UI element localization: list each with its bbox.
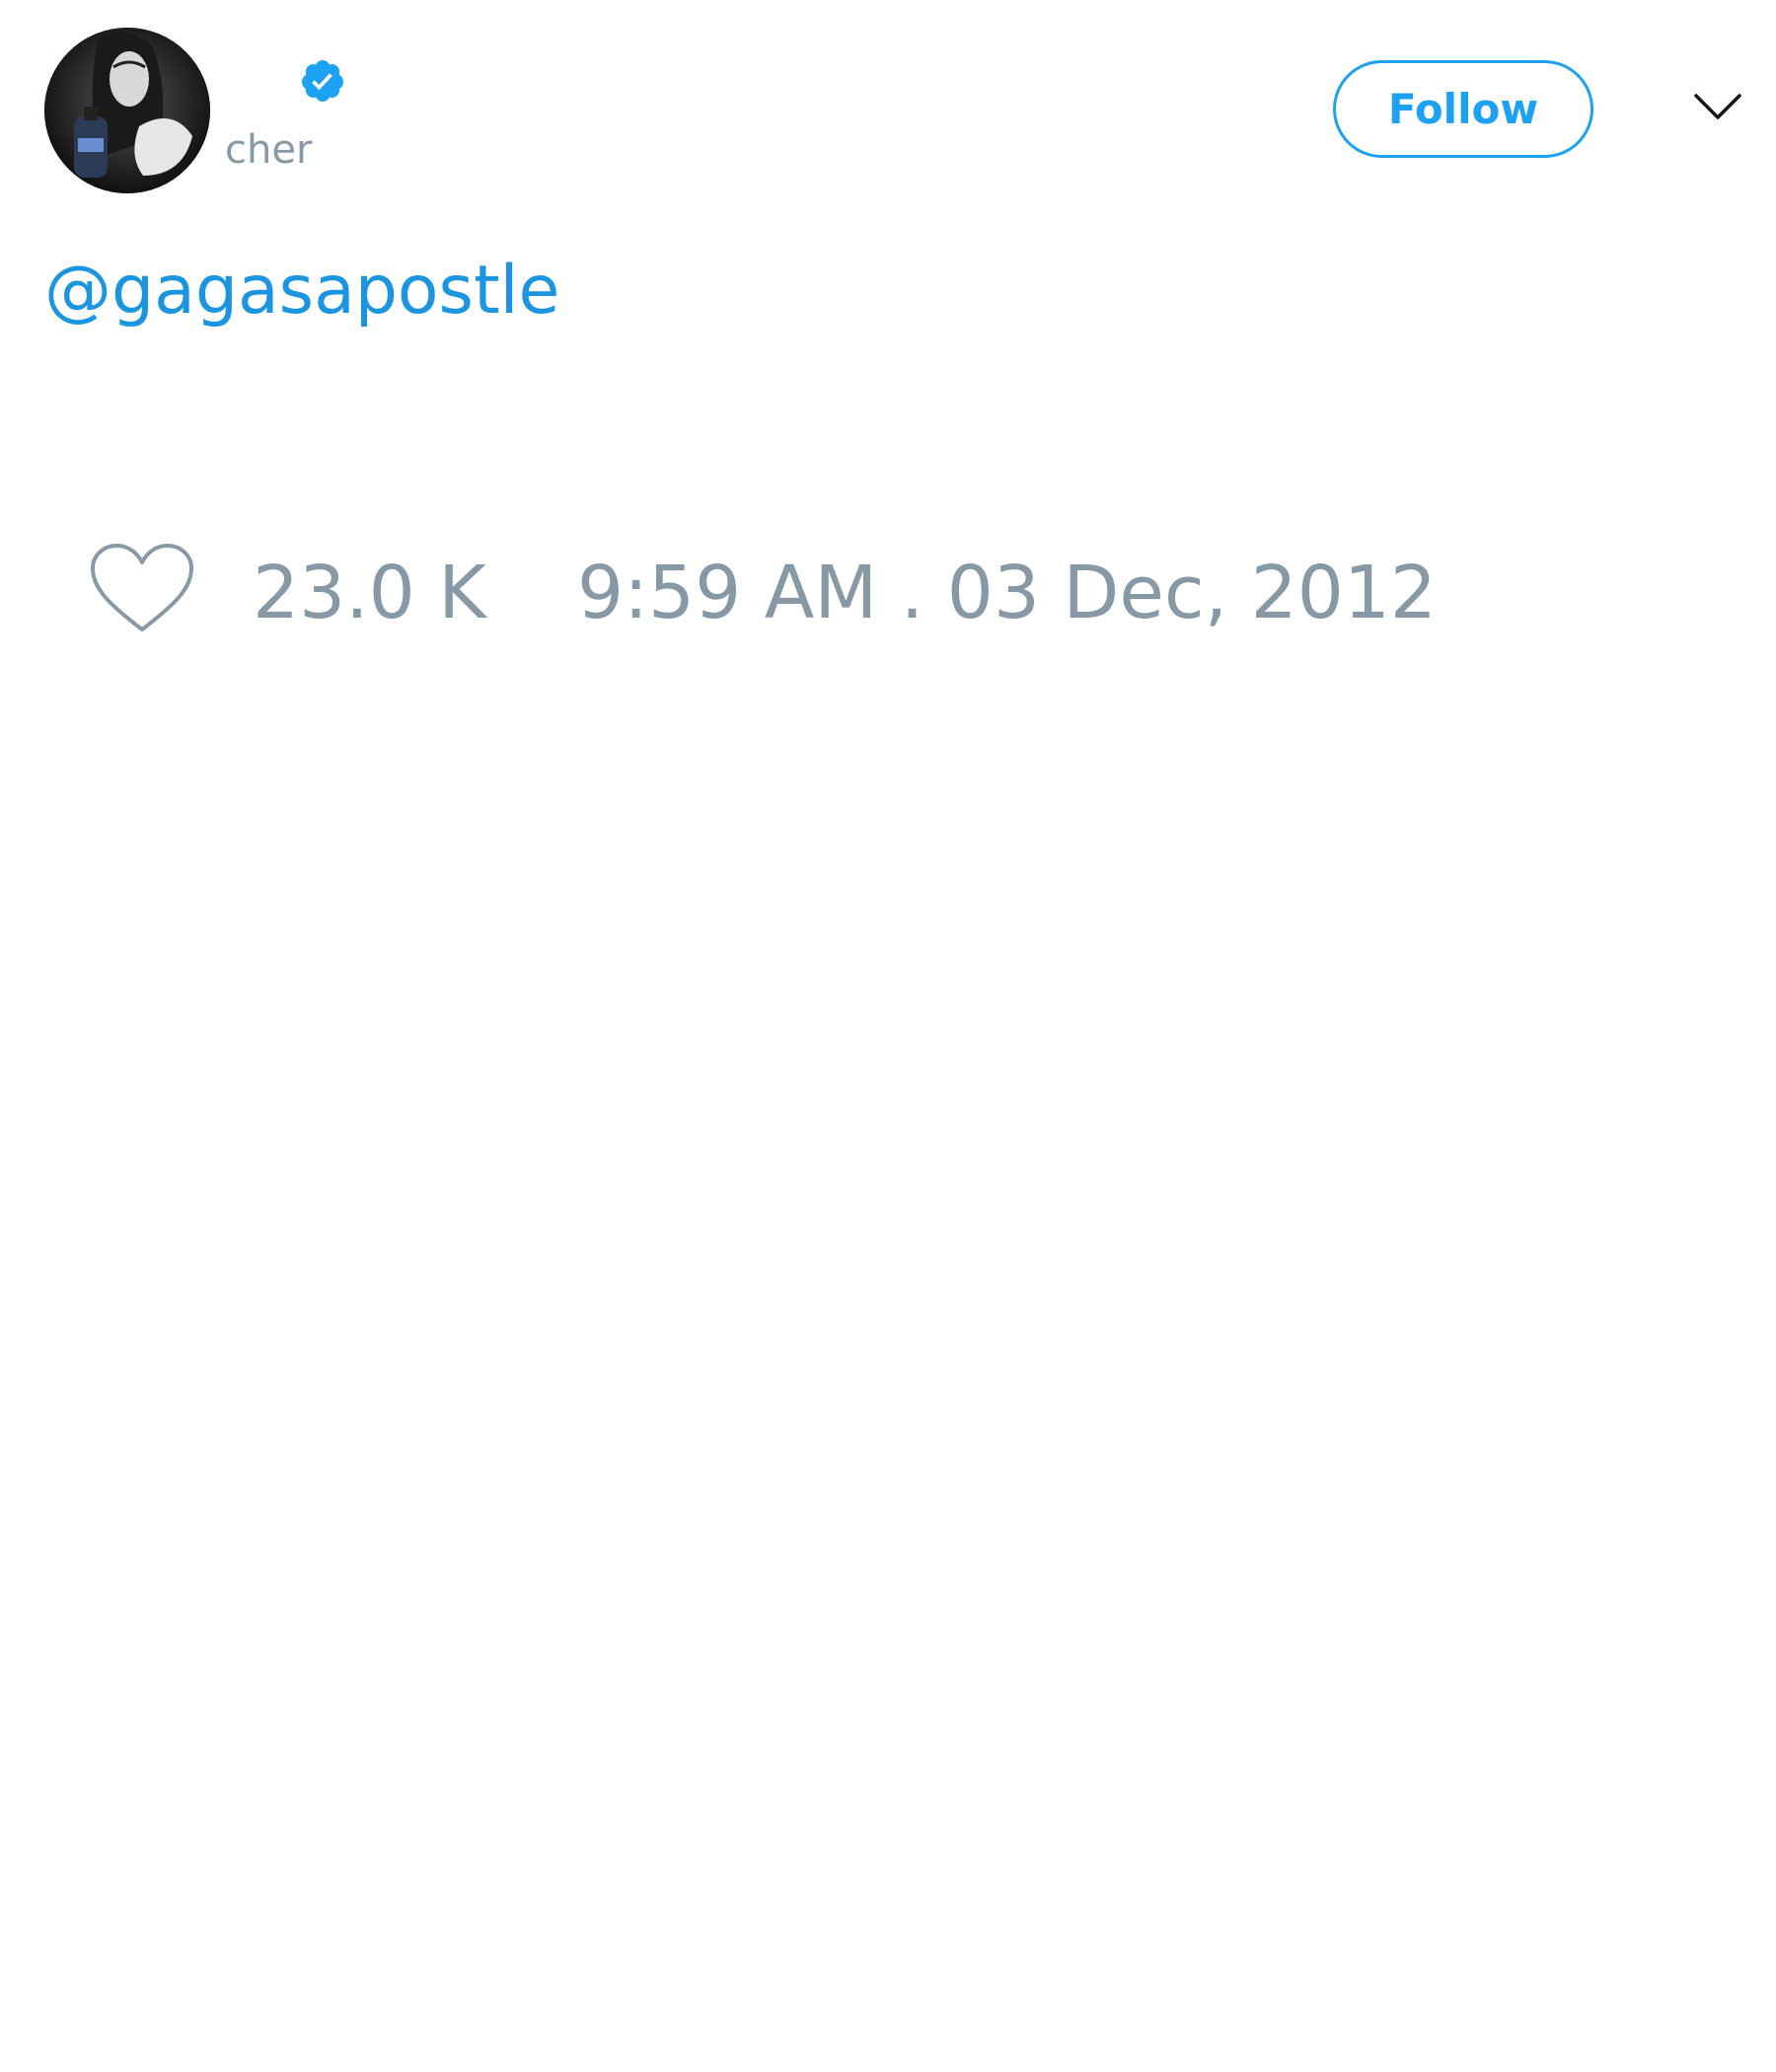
like-count: 23.0 K xyxy=(253,551,486,635)
heart-icon[interactable] xyxy=(89,543,195,635)
author-handle[interactable]: cher xyxy=(225,126,312,174)
follow-button[interactable]: Follow xyxy=(1333,60,1593,158)
avatar[interactable] xyxy=(44,28,210,193)
avatar-image xyxy=(44,28,210,193)
chevron-down-icon[interactable] xyxy=(1693,91,1742,124)
tweet-card: cher Follow @gagasapostle 23.0 K 9:59 AM… xyxy=(0,0,1776,2072)
tweet-text[interactable]: @gagasapostle xyxy=(44,247,559,335)
tweet-timestamp[interactable]: 9:59 AM . 03 Dec, 2012 xyxy=(577,549,1437,637)
verified-badge-icon xyxy=(301,60,343,102)
